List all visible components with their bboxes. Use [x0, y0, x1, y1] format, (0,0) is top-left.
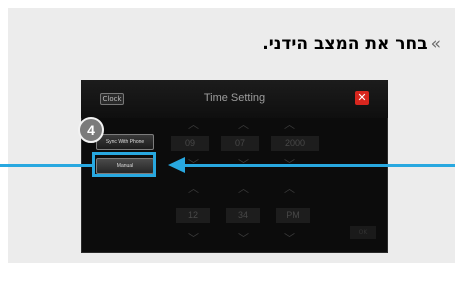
- screen-title: Time Setting: [203, 92, 266, 104]
- down-arrow-icon[interactable]: ﹀: [284, 230, 295, 246]
- day-field[interactable]: 07: [221, 136, 259, 151]
- sync-with-phone-button[interactable]: Sync With Phone: [96, 134, 154, 150]
- instruction-label: בחר את המצב הידני.: [262, 34, 428, 54]
- down-arrow-icon[interactable]: ﹀: [238, 230, 249, 246]
- up-arrow-icon[interactable]: ︿: [238, 180, 249, 196]
- pointer-arrow-icon: [168, 157, 185, 173]
- up-arrow-icon[interactable]: ︿: [284, 116, 295, 132]
- instruction-text: »בחר את המצב הידני.: [262, 34, 441, 54]
- up-arrow-icon[interactable]: ︿: [284, 180, 295, 196]
- up-arrow-icon[interactable]: ︿: [188, 116, 199, 132]
- up-arrow-icon[interactable]: ︿: [188, 180, 199, 196]
- step-number-badge: 4: [78, 117, 104, 143]
- double-chevron-icon: »: [430, 34, 441, 54]
- month-field[interactable]: 09: [171, 136, 209, 151]
- pointer-line-left: [0, 164, 92, 167]
- ok-button[interactable]: OK: [350, 226, 376, 239]
- pointer-line-right: [184, 164, 455, 167]
- down-arrow-icon[interactable]: ﹀: [188, 230, 199, 246]
- up-arrow-icon[interactable]: ︿: [238, 116, 249, 132]
- screen-title-bar: Clock Time Setting ✕: [81, 80, 388, 118]
- minute-field[interactable]: 34: [226, 208, 260, 223]
- close-button[interactable]: ✕: [355, 91, 369, 105]
- year-field[interactable]: 2000: [271, 136, 319, 151]
- hour-field[interactable]: 12: [176, 208, 210, 223]
- manual-highlight-box: [92, 152, 156, 177]
- ampm-field[interactable]: PM: [276, 208, 310, 223]
